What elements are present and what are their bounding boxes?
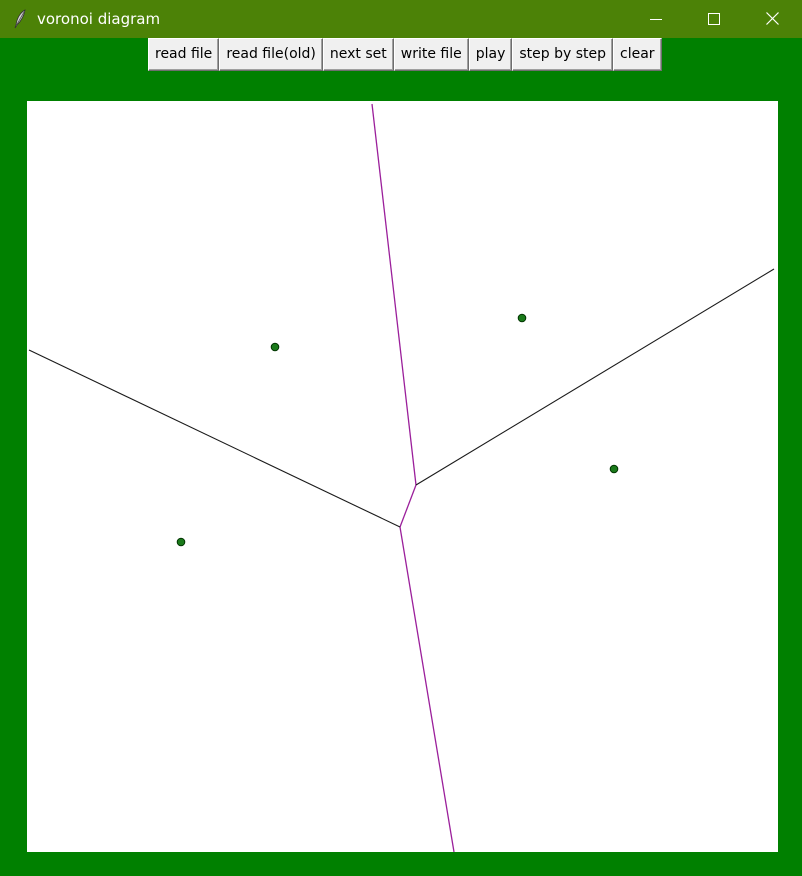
toolbar: read file read file(old) next set write … xyxy=(148,38,662,71)
voronoi-edge-left xyxy=(28,349,401,528)
maximize-icon xyxy=(708,10,720,29)
title-bar[interactable]: voronoi diagram xyxy=(0,0,802,38)
close-button[interactable] xyxy=(743,0,801,38)
read-file-old-button[interactable]: read file(old) xyxy=(219,38,323,71)
voronoi-edge-top xyxy=(371,103,417,486)
write-file-button[interactable]: write file xyxy=(393,38,469,71)
play-button[interactable]: play xyxy=(468,38,513,71)
voronoi-edge-middle xyxy=(399,484,417,528)
minimize-icon xyxy=(650,10,662,29)
voronoi-drawing xyxy=(28,103,775,852)
minimize-button[interactable] xyxy=(627,0,685,38)
read-file-button[interactable]: read file xyxy=(148,38,220,71)
voronoi-edge-bottom xyxy=(399,526,455,852)
site-point xyxy=(176,537,186,547)
clear-button[interactable]: clear xyxy=(613,38,662,71)
site-point xyxy=(270,342,280,352)
step-by-step-button[interactable]: step by step xyxy=(512,38,614,71)
feather-icon xyxy=(11,9,29,29)
drawing-canvas[interactable] xyxy=(27,101,778,852)
site-point xyxy=(609,464,619,474)
window-title: voronoi diagram xyxy=(37,10,161,28)
voronoi-edge-right xyxy=(415,268,775,486)
close-icon xyxy=(765,10,779,29)
maximize-button[interactable] xyxy=(685,0,743,38)
app-window: voronoi diagram read file read file(old)… xyxy=(0,0,802,876)
site-point xyxy=(517,313,527,323)
next-set-button[interactable]: next set xyxy=(322,38,394,71)
